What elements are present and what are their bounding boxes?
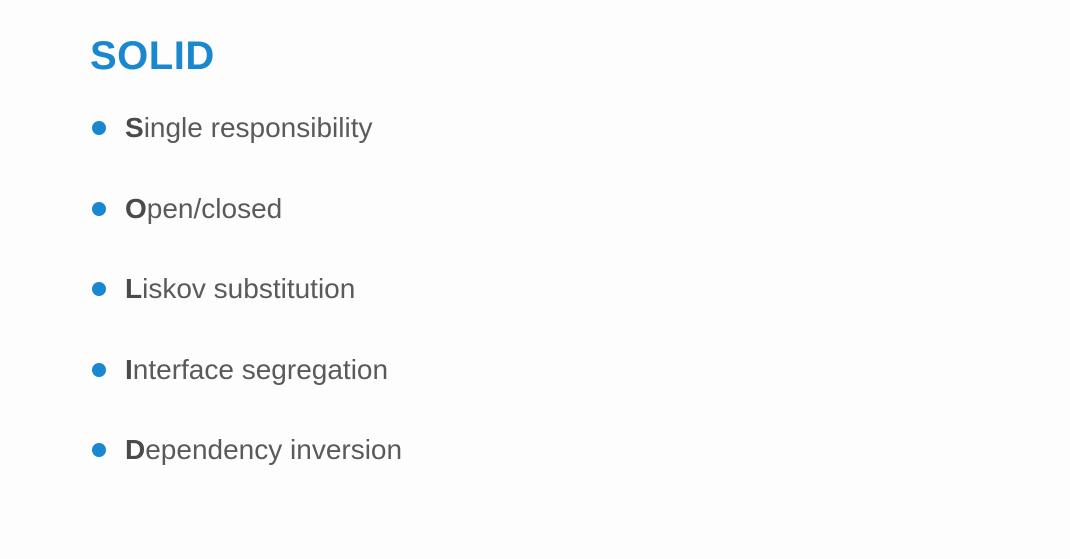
bullet-text: Single responsibility bbox=[125, 108, 372, 148]
bullet-initial: L bbox=[125, 273, 143, 304]
list-item: Open/closed bbox=[92, 189, 402, 229]
list-item: Dependency inversion bbox=[92, 430, 402, 470]
bullet-initial: D bbox=[125, 434, 146, 465]
bullet-rest: ingle responsibility bbox=[143, 112, 373, 143]
bullet-text: Liskov substitution bbox=[125, 269, 355, 309]
slide-title: SOLID bbox=[90, 34, 215, 78]
bullet-initial: O bbox=[125, 192, 147, 224]
slide: SOLID Single responsibility Open/closed … bbox=[0, 0, 1070, 559]
list-item: Liskov substitution bbox=[92, 269, 402, 309]
bullet-rest: iskov substitution bbox=[142, 273, 356, 304]
bullet-text: Open/closed bbox=[125, 189, 282, 229]
list-item: Interface segregation bbox=[92, 350, 402, 390]
bullet-list: Single responsibility Open/closed Liskov… bbox=[92, 108, 402, 511]
bullet-dot-icon bbox=[92, 282, 106, 296]
bullet-rest: pen/closed bbox=[146, 192, 283, 224]
bullet-text: Interface segregation bbox=[125, 350, 388, 390]
bullet-rest: ependency inversion bbox=[145, 434, 403, 465]
bullet-dot-icon bbox=[92, 362, 106, 377]
bullet-dot-icon bbox=[92, 443, 106, 457]
bullet-dot-icon bbox=[92, 121, 106, 135]
list-item: Single responsibility bbox=[92, 108, 402, 148]
bullet-rest: nterface segregation bbox=[132, 353, 389, 385]
bullet-initial: S bbox=[125, 112, 144, 143]
bullet-text: Dependency inversion bbox=[125, 430, 402, 470]
bullet-initial: I bbox=[125, 353, 133, 385]
bullet-dot-icon bbox=[92, 201, 106, 216]
